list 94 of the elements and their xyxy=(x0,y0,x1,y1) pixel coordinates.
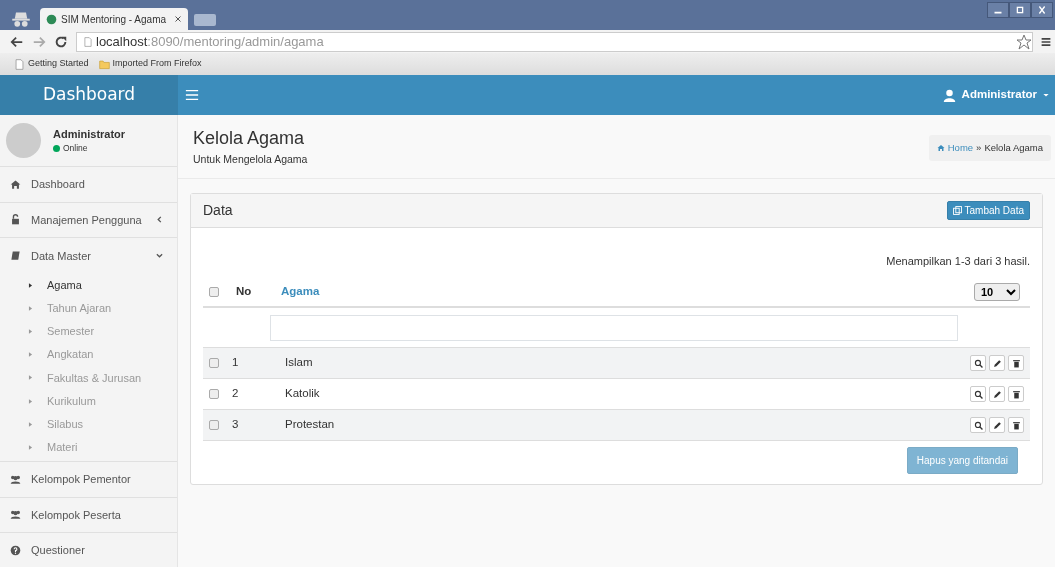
pencil-icon xyxy=(992,358,1002,368)
group-icon xyxy=(10,473,21,485)
browser-tab[interactable]: SIM Mentoring - Agama xyxy=(40,8,188,30)
view-icon xyxy=(973,358,983,368)
user-icon xyxy=(942,88,956,102)
chevron-left-icon xyxy=(155,216,163,224)
view-icon xyxy=(973,389,983,399)
close-icon[interactable] xyxy=(174,15,182,23)
column-header: No xyxy=(236,285,252,298)
sidebar-item[interactable]: Dashboard xyxy=(0,167,177,203)
filter-input[interactable] xyxy=(270,314,958,341)
chevron-down-icon xyxy=(156,252,163,260)
triangle-icon xyxy=(28,443,33,451)
triangle-icon xyxy=(28,281,33,289)
star-icon[interactable] xyxy=(1016,33,1032,50)
trash-icon xyxy=(1011,358,1021,368)
triangle-icon xyxy=(28,420,33,428)
select-all-checkbox[interactable] xyxy=(209,287,219,297)
view-button[interactable] xyxy=(970,386,986,402)
table-cell: Islam xyxy=(285,356,313,369)
brand-title[interactable]: Dashboard xyxy=(0,75,178,115)
back-icon[interactable] xyxy=(10,34,24,49)
sidebar-item[interactable]: Data Master xyxy=(0,238,177,274)
home-icon xyxy=(10,178,21,190)
submenu-item[interactable]: Fakultas & Jurusan xyxy=(0,366,177,390)
pencil-button[interactable] xyxy=(989,386,1005,402)
pencil-icon xyxy=(992,420,1002,430)
avatar-silhouette xyxy=(6,123,41,158)
table-cell: Protestan xyxy=(285,418,335,431)
panel-title: Data xyxy=(203,201,233,220)
reload-icon[interactable] xyxy=(54,34,68,49)
breadcrumb-separator: » xyxy=(976,141,982,155)
triangle-icon xyxy=(28,397,33,405)
submenu-item[interactable]: Agama xyxy=(0,273,177,297)
padlock-icon xyxy=(10,214,21,226)
trash-button[interactable] xyxy=(1008,386,1024,402)
address-field[interactable]: localhost:8090/mentoring/admin/agama xyxy=(76,31,1033,52)
restore-icon[interactable] xyxy=(1009,2,1031,18)
sidebar-item[interactable]: Kelompok Peserta xyxy=(0,497,177,533)
row-checkbox[interactable] xyxy=(209,420,219,430)
user-menu[interactable]: Administrator xyxy=(942,86,1049,104)
sidebar-item[interactable]: Manajemen Pengguna xyxy=(0,202,177,238)
view-icon xyxy=(973,420,983,430)
page-size-select[interactable]: 10 xyxy=(974,283,1020,301)
row-checkbox[interactable] xyxy=(209,358,219,368)
group-icon xyxy=(10,509,21,521)
submenu-item[interactable]: Tahun Ajaran xyxy=(0,296,177,320)
triangle-icon xyxy=(28,304,33,312)
user-status: Online xyxy=(63,142,88,156)
trash-button[interactable] xyxy=(1008,355,1024,371)
submenu-item[interactable]: Materi xyxy=(0,435,177,459)
triangle-icon xyxy=(28,351,33,359)
copy-icon xyxy=(952,206,962,215)
add-button[interactable]: Tambah Data xyxy=(946,201,1030,220)
trash-icon xyxy=(1011,420,1021,430)
bookmark-link[interactable]: Getting Started xyxy=(14,57,89,71)
breadcrumb-current: Kelola Agama xyxy=(984,141,1043,155)
caret-icon xyxy=(1043,92,1049,98)
pencil-icon xyxy=(992,389,1002,399)
folder-icon xyxy=(98,58,110,70)
trash-button[interactable] xyxy=(1008,417,1024,433)
table-cell: 1 xyxy=(232,356,239,369)
sidebar-item[interactable]: Kelompok Pementor xyxy=(0,462,177,498)
triangle-icon xyxy=(28,327,33,335)
pencil-button[interactable] xyxy=(989,355,1005,371)
close-icon[interactable] xyxy=(1031,2,1053,18)
page-icon xyxy=(83,35,93,48)
home-icon xyxy=(936,144,945,153)
triangle-icon xyxy=(28,374,33,382)
submenu-item[interactable]: Kurikulum xyxy=(0,389,177,413)
status-dot xyxy=(53,145,60,153)
submenu-item[interactable]: Silabus xyxy=(0,412,177,436)
submenu-item[interactable]: Angkatan xyxy=(0,343,177,367)
breadcrumb-link[interactable]: Home xyxy=(936,141,974,156)
page-title: Kelola Agama xyxy=(193,127,306,150)
row-checkbox[interactable] xyxy=(209,389,219,399)
pencil-button[interactable] xyxy=(989,417,1005,433)
page-subtitle: Untuk Mengelola Agama xyxy=(193,152,308,167)
help-icon xyxy=(10,544,21,556)
page-icon xyxy=(14,58,25,70)
trash-icon xyxy=(1011,389,1021,399)
table-cell: 3 xyxy=(232,418,239,431)
sidebar-item[interactable]: Questioner xyxy=(0,533,177,567)
bookmark-link[interactable]: Imported From Firefox xyxy=(98,57,202,71)
minimize-icon[interactable] xyxy=(987,2,1009,18)
table-cell: Katolik xyxy=(285,387,320,400)
column-header-link[interactable]: Agama xyxy=(281,285,320,298)
view-button[interactable] xyxy=(970,355,986,371)
table-cell: 2 xyxy=(232,387,239,400)
view-button[interactable] xyxy=(970,417,986,433)
result-summary: Menampilkan 1-3 dari 3 hasil. xyxy=(886,255,1030,267)
submenu-item[interactable]: Semester xyxy=(0,319,177,344)
user-name: Administrator xyxy=(53,126,126,142)
url-text: localhost:8090/mentoring/admin/agama xyxy=(96,32,324,51)
